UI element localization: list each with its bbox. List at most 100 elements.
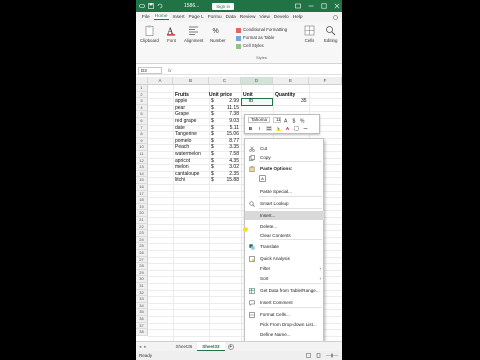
- maximize-icon[interactable]: [321, 3, 327, 9]
- menu-item-format-cells[interactable]: Format Cells...: [245, 310, 324, 319]
- font-color-button[interactable]: A: [285, 126, 290, 131]
- row-header[interactable]: 17: [136, 190, 148, 198]
- sheet-tab-sheet33[interactable]: Sheet33: [197, 342, 225, 351]
- sheet-nav-left-icon[interactable]: ◂: [139, 344, 141, 350]
- price-cell[interactable]: 7.38: [223, 111, 239, 118]
- cell-quantity-first[interactable]: 35: [301, 98, 307, 105]
- currency-format-icon[interactable]: $: [292, 118, 297, 123]
- fruit-cell[interactable]: Grape: [175, 111, 189, 118]
- menu-item-paste-special[interactable]: Paste Special...: [245, 187, 324, 196]
- price-cell[interactable]: 2.99: [223, 98, 239, 105]
- column-header-c[interactable]: C: [209, 77, 241, 85]
- row-header[interactable]: 18: [136, 197, 148, 204]
- menu-item-filter[interactable]: Filter ›: [245, 264, 324, 273]
- italic-button[interactable]: I: [257, 126, 262, 131]
- price-cell[interactable]: 9.03: [223, 118, 239, 125]
- sign-in-button[interactable]: Sign in: [212, 2, 235, 10]
- tab-developer[interactable]: Develo: [274, 15, 289, 20]
- format-as-table-button[interactable]: Format as Table: [236, 34, 287, 42]
- fruit-cell[interactable]: Tangerine: [175, 131, 197, 138]
- zoom-slider[interactable]: [326, 353, 338, 358]
- minimize-icon[interactable]: [308, 3, 314, 9]
- menu-item-translate[interactable]: Translate: [245, 242, 324, 251]
- bold-button[interactable]: B: [248, 126, 253, 131]
- currency-cell[interactable]: $: [211, 171, 214, 178]
- menu-item-get-data-from-table-range[interactable]: Get Data from Table/Range...: [245, 286, 324, 295]
- column-header-d[interactable]: D: [241, 77, 273, 85]
- currency-cell[interactable]: $: [211, 131, 214, 138]
- share-icon[interactable]: [333, 14, 338, 20]
- currency-cell[interactable]: $: [211, 158, 214, 165]
- tab-file[interactable]: File: [142, 15, 150, 20]
- ribbon-display-icon[interactable]: [295, 3, 301, 9]
- increase-font-icon[interactable]: A: [284, 118, 289, 123]
- fruit-cell[interactable]: watermelon: [175, 151, 201, 158]
- price-cell[interactable]: 8.77: [223, 138, 239, 145]
- row-header[interactable]: 33: [136, 296, 148, 303]
- borders-icon[interactable]: [294, 126, 299, 131]
- currency-cell[interactable]: $: [211, 177, 214, 184]
- mini-font-select[interactable]: Tahoma: [248, 117, 270, 123]
- select-all-corner[interactable]: [136, 77, 148, 85]
- currency-cell[interactable]: $: [211, 118, 214, 125]
- row-header[interactable]: 1: [136, 85, 148, 92]
- price-cell[interactable]: 15.06: [223, 131, 239, 138]
- menu-item-insert-comment[interactable]: Insert Comment: [245, 298, 324, 307]
- row-header[interactable]: 20: [136, 210, 148, 217]
- row-header[interactable]: 5: [136, 111, 148, 118]
- close-icon[interactable]: [334, 3, 340, 9]
- price-cell[interactable]: 5.11: [223, 125, 239, 132]
- tab-data[interactable]: Data: [226, 15, 236, 20]
- currency-cell[interactable]: $: [211, 138, 214, 145]
- currency-cell[interactable]: $: [211, 151, 214, 158]
- row-header[interactable]: 31: [136, 283, 148, 290]
- row-header[interactable]: 8: [136, 131, 148, 138]
- column-header-f[interactable]: F: [309, 77, 342, 85]
- tab-review[interactable]: Review: [240, 15, 256, 20]
- row-header[interactable]: 3: [136, 98, 148, 105]
- row-header[interactable]: 13: [136, 164, 148, 171]
- price-cell[interactable]: 7.58: [223, 151, 239, 158]
- menu-item-cut[interactable]: Cut: [245, 144, 324, 153]
- fruit-cell[interactable]: cantaloupe: [175, 171, 199, 178]
- cell-unit-first[interactable]: lb: [249, 98, 253, 105]
- price-cell[interactable]: 2.35: [223, 171, 239, 178]
- fruit-cell[interactable]: red grape: [175, 118, 196, 125]
- tab-page-layout[interactable]: Page L: [189, 15, 204, 20]
- fruit-cell[interactable]: date: [175, 125, 185, 132]
- row-header[interactable]: 27: [136, 256, 148, 264]
- header-quantity[interactable]: Quantity: [275, 92, 295, 99]
- tab-formulas[interactable]: Formu: [208, 15, 222, 20]
- menu-item-define-name[interactable]: Define Name...: [245, 330, 324, 339]
- row-header[interactable]: 38: [136, 329, 148, 336]
- number-group[interactable]: % Number: [210, 25, 226, 43]
- sheet-tab-sheet36[interactable]: Sheet36: [171, 342, 198, 351]
- conditional-formatting-button[interactable]: Conditional Formatting: [236, 26, 287, 34]
- row-header[interactable]: 32: [136, 289, 148, 297]
- price-cell[interactable]: 3.02: [223, 164, 239, 171]
- clipboard-group[interactable]: Clipboard: [140, 25, 159, 43]
- row-header[interactable]: 7: [136, 124, 148, 132]
- fruit-cell[interactable]: apple: [175, 98, 187, 105]
- paste-option-button[interactable]: A: [259, 175, 266, 182]
- cell-styles-button[interactable]: Cell Styles: [236, 42, 287, 50]
- menu-item-smart-lookup[interactable]: Smart Lookup: [245, 199, 324, 208]
- row-header[interactable]: 24: [136, 236, 148, 244]
- menu-item-pick-from-drop-down-list[interactable]: Pick From Drop-down List...: [245, 320, 324, 329]
- tab-home[interactable]: Home: [153, 14, 169, 20]
- cells-group[interactable]: Cells: [304, 25, 315, 43]
- row-header[interactable]: 36: [136, 316, 148, 323]
- row-header[interactable]: 23: [136, 230, 148, 237]
- add-sheet-button[interactable]: +: [227, 343, 234, 350]
- percent-icon[interactable]: %: [300, 118, 305, 123]
- row-header[interactable]: 9: [136, 137, 148, 145]
- fx-icon[interactable]: fx: [168, 68, 172, 73]
- menu-item-insert[interactable]: Insert...: [245, 211, 324, 220]
- editing-group[interactable]: Editing: [324, 25, 337, 43]
- fill-color-icon[interactable]: [276, 126, 281, 131]
- row-header[interactable]: 30: [136, 276, 148, 283]
- price-cell[interactable]: 15.88: [223, 177, 239, 184]
- autosave-icon[interactable]: [139, 3, 145, 9]
- currency-cell[interactable]: $: [211, 125, 214, 132]
- row-header[interactable]: 34: [136, 302, 148, 310]
